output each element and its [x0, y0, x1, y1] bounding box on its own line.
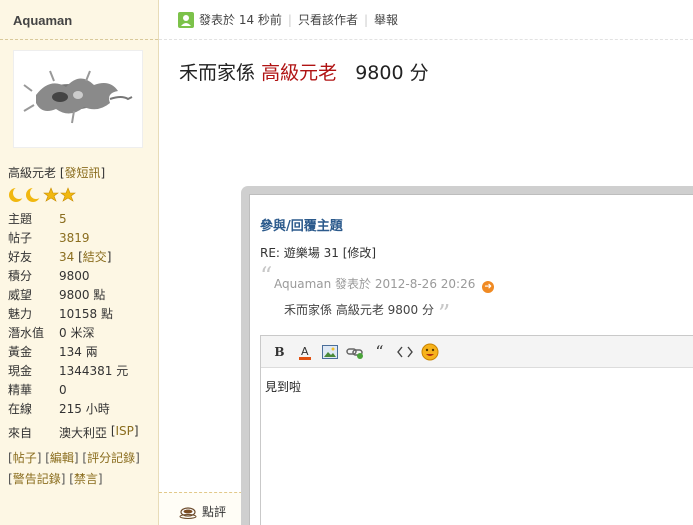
quote-text: 禾而家係 高級元老 9800 分 [284, 303, 434, 317]
stat-topics: 主題 5 [8, 211, 67, 227]
report-link[interactable]: 舉報 [374, 11, 398, 28]
quote-meta: Aquaman 發表於 2012-8-26 20:26 [274, 277, 476, 291]
admin-links-row1: [帖子] [編輯] [評分記錄] [8, 451, 140, 465]
star-icon [43, 187, 59, 202]
rank-label: 高級元老 [8, 166, 57, 180]
moon-icon [26, 187, 42, 202]
user-location: 來自 澳大利亞 [ISP] [8, 424, 139, 441]
stat-prestige: 威望 9800 點 [8, 288, 106, 302]
post-rank-text: 高級元老 [261, 62, 338, 84]
image-icon[interactable] [317, 341, 342, 363]
bold-icon[interactable]: B [267, 341, 292, 363]
stat-gold: 黃金 134 兩 [8, 345, 98, 359]
user-rank: 高級元老 [發短訊] [8, 166, 106, 180]
coffee-cup-icon [179, 506, 197, 519]
user-stats: 主題 5 帖子 3819 好友 34 [結交] 積分 9800 威望 9800 … [8, 209, 158, 418]
warning-log-link[interactable]: 警告記錄 [13, 472, 61, 486]
stat-posts: 帖子 3819 [8, 230, 90, 246]
reply-dialog-title: 參與/回覆主題 [260, 219, 343, 234]
reply-editor: B A “ 見到啦 [260, 335, 693, 525]
go-to-post-icon[interactable]: ➜ [482, 281, 495, 293]
user-profile-sidebar: Aquaman 高級元老 [發短訊] 主題 5 帖子 3819 好友 34 [… [0, 0, 159, 525]
font-color-icon[interactable]: A [292, 341, 317, 363]
online-user-icon [178, 11, 194, 28]
close-quote-icon: ” [437, 300, 451, 328]
avatar[interactable] [13, 50, 143, 148]
rate-button[interactable]: 點評 [179, 503, 226, 520]
avatar-image [23, 70, 133, 124]
stat-online: 在線 215 小時 [8, 402, 110, 416]
reply-dialog-body: 參與/回覆主題 RE: 遊樂場 31 [修改] “ Aquaman 發表於 20… [249, 194, 693, 525]
stat-points: 積分 9800 [8, 268, 90, 284]
moon-icon [9, 187, 25, 202]
username[interactable]: Aquaman [0, 0, 158, 40]
smiley-icon[interactable] [417, 341, 442, 363]
send-pm-link[interactable]: 發短訊 [65, 166, 101, 180]
stat-cash: 現金 1344381 元 [8, 364, 129, 378]
edit-link[interactable]: 編輯 [50, 451, 74, 465]
open-quote-icon: “ [260, 262, 273, 290]
posts-link[interactable]: 帖子 [13, 451, 37, 465]
reply-textarea[interactable]: 見到啦 [261, 368, 693, 405]
isp-link[interactable]: ISP [116, 424, 134, 441]
post-content: 禾而家係 高級元老 9800 分 [179, 62, 429, 84]
edit-subject-link[interactable]: 修改 [347, 246, 371, 260]
post-header: 發表於 14 秒前 | 只看該作者 | 舉報 [159, 0, 693, 40]
rating-log-link[interactable]: 評分記錄 [87, 451, 135, 465]
only-author-link[interactable]: 只看該作者 [298, 11, 358, 28]
post-score-text: 9800 分 [355, 62, 429, 84]
stat-essence: 精華 0 [8, 382, 67, 398]
link-icon[interactable] [342, 341, 367, 363]
svg-text:A: A [301, 345, 309, 358]
reply-subject: RE: 遊樂場 31 [修改] [260, 246, 377, 260]
ban-link[interactable]: 禁言 [74, 472, 98, 486]
code-icon[interactable] [392, 341, 417, 363]
reply-dialog: 參與/回覆主題 RE: 遊樂場 31 [修改] “ Aquaman 發表於 20… [241, 186, 693, 525]
stat-charm: 魅力 10158 點 [8, 307, 113, 321]
stat-dive: 潛水值 0 米深 [8, 326, 95, 340]
admin-links-row2: [警告記錄] [禁言] [8, 472, 103, 486]
rank-stars [8, 186, 78, 204]
editor-toolbar: B A “ [261, 336, 693, 368]
add-friend-link[interactable]: 結交 [83, 250, 107, 264]
post-time: 發表於 14 秒前 [199, 13, 282, 27]
star-icon [60, 187, 76, 202]
stat-friends: 好友 34 [結交] [8, 249, 112, 265]
quote-icon[interactable]: “ [367, 341, 392, 363]
